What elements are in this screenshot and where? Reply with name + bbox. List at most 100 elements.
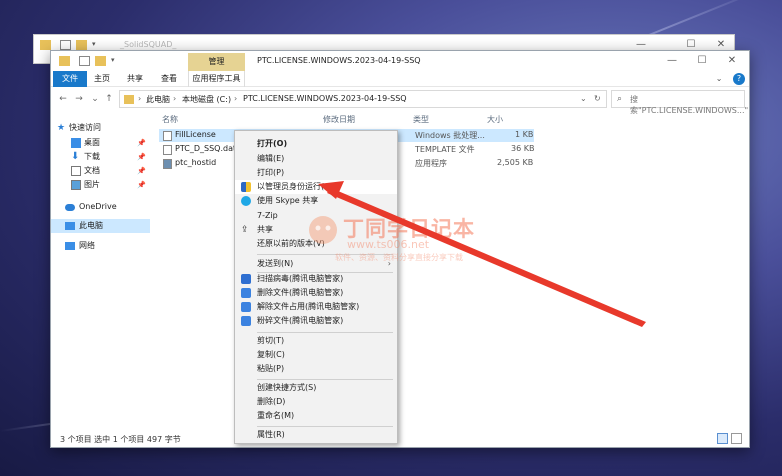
file-type: TEMPLATE 文件 [415, 145, 475, 154]
column-header-name[interactable]: 名称 [162, 114, 178, 125]
new-folder-icon[interactable] [95, 56, 106, 66]
file-type: 应用程序 [415, 159, 447, 168]
delete-icon [241, 288, 251, 298]
tab-home[interactable]: 主页 [94, 71, 110, 87]
menu-item-skype-share[interactable]: 使用 Skype 共享 [235, 194, 397, 208]
dropdown-icon[interactable]: ▾ [111, 56, 117, 66]
computer-icon [65, 222, 75, 230]
context-menu: 打开(O) 编辑(E) 打印(P) 以管理员身份运行(A) 使用 Skype 共… [234, 130, 398, 444]
pin-icon[interactable]: 📌 [137, 150, 146, 164]
column-header-size[interactable]: 大小 [487, 114, 503, 125]
manage-tab-group[interactable]: 管理 [188, 53, 245, 71]
star-icon: ★ [57, 123, 66, 133]
address-row: ← → ⌄ ↑ › 此电脑 › 本地磁盘 (C:) › PTC.LICENSE.… [51, 88, 749, 115]
menu-item-run-as-admin[interactable]: 以管理员身份运行(A) [235, 180, 397, 194]
pin-icon[interactable]: 📌 [137, 136, 146, 150]
menu-separator [257, 426, 393, 427]
watermark-subtitle: 软件、资源、资料分享直接分享下载 [335, 253, 463, 262]
search-box[interactable]: ⌕ 搜索"PTC.LICENSE.WINDOWS..." [611, 90, 748, 115]
menu-item-properties[interactable]: 属性(R) [235, 428, 397, 442]
title-bar[interactable]: ▾ 管理 PTC.LICENSE.WINDOWS.2023-04-19-SSQ … [51, 51, 749, 71]
menu-item-print[interactable]: 打印(P) [235, 166, 397, 180]
background-window-title: _SolidSQUAD_ [120, 40, 177, 49]
recent-locations-button[interactable]: ⌄ [89, 92, 101, 106]
skype-icon [241, 196, 251, 206]
menu-item-unlock-file[interactable]: 解除文件占用(腾讯电脑管家) [235, 300, 397, 314]
nav-item-documents[interactable]: 文档 📌 [51, 164, 150, 178]
nav-item-this-pc[interactable]: 此电脑 [51, 219, 150, 233]
menu-item-cut[interactable]: 剪切(T) [235, 334, 397, 348]
pin-icon[interactable]: 📌 [137, 178, 146, 192]
breadcrumb-this-pc[interactable]: 此电脑 [146, 94, 170, 105]
new-folder-icon[interactable] [76, 40, 87, 50]
ribbon-collapse-button[interactable]: ⌄ [716, 74, 723, 83]
network-icon [65, 242, 75, 250]
tab-view[interactable]: 查看 [161, 71, 177, 87]
dropdown-icon[interactable]: ▾ [92, 40, 98, 50]
menu-item-open[interactable]: 打开(O) [235, 137, 397, 151]
status-text: 3 个项目 选中 1 个项目 497 字节 [60, 435, 181, 444]
file-size: 2,505 KB [497, 158, 534, 167]
menu-separator [257, 332, 393, 333]
download-icon: ⬇ [71, 151, 80, 162]
navigation-pane: ★ 快速访问 桌面 📌 ⬇ 下载 📌 文档 📌 图片 📌 OneDrive 此电… [51, 111, 150, 431]
menu-item-edit[interactable]: 编辑(E) [235, 152, 397, 166]
file-name: FillLicense [175, 130, 216, 139]
column-headers: 名称 修改日期 类型 大小 [154, 111, 744, 127]
file-icon [163, 145, 172, 155]
menu-item-rename[interactable]: 重命名(M) [235, 409, 397, 423]
tab-share[interactable]: 共享 [127, 71, 143, 87]
window-title: PTC.LICENSE.WINDOWS.2023-04-19-SSQ [257, 56, 421, 65]
refresh-icon[interactable]: ↻ [594, 94, 601, 103]
unlock-icon [241, 302, 251, 312]
shield-icon [241, 182, 251, 192]
file-type: Windows 批处理... [415, 131, 485, 140]
menu-item-paste[interactable]: 粘贴(P) [235, 362, 397, 376]
menu-item-shred-file[interactable]: 粉碎文件(腾讯电脑管家) [235, 314, 397, 328]
menu-item-create-shortcut[interactable]: 创建快捷方式(S) [235, 381, 397, 395]
details-view-icon[interactable] [717, 433, 728, 444]
back-button[interactable]: ← [57, 92, 69, 106]
cloud-icon [65, 204, 75, 211]
tab-app-tools[interactable]: 应用程序工具 [188, 71, 245, 87]
view-toggles [717, 433, 743, 444]
menu-item-delete[interactable]: 删除(D) [235, 395, 397, 409]
file-size: 36 KB [511, 144, 535, 153]
up-button[interactable]: ↑ [103, 92, 115, 106]
forward-button[interactable]: → [73, 92, 85, 106]
properties-icon[interactable] [60, 40, 71, 50]
address-bar[interactable]: › 此电脑 › 本地磁盘 (C:) › PTC.LICENSE.WINDOWS.… [119, 90, 607, 108]
breadcrumb-separator: › [173, 94, 177, 103]
watermark: 丁同学日记本 www.ts006.net 软件、资源、资料分享直接分享下载 [305, 212, 480, 272]
large-icons-view-icon[interactable] [731, 433, 742, 444]
nav-item-downloads[interactable]: ⬇ 下载 📌 [51, 150, 150, 164]
properties-icon[interactable] [79, 56, 90, 66]
picture-icon [71, 180, 81, 190]
search-icon: ⌕ [617, 94, 623, 104]
nav-item-network[interactable]: 网络 [51, 239, 150, 253]
breadcrumb-local-disk[interactable]: 本地磁盘 (C:) [182, 94, 231, 105]
nav-item-desktop[interactable]: 桌面 📌 [51, 136, 150, 150]
file-name: ptc_hostid [175, 158, 217, 167]
minimize-button[interactable]: — [661, 54, 683, 68]
address-dropdown-icon[interactable]: ⌄ [580, 94, 587, 103]
nav-item-onedrive[interactable]: OneDrive [51, 200, 150, 214]
breadcrumb-separator: › [138, 94, 142, 103]
shred-icon [241, 316, 251, 326]
maximize-button[interactable]: ☐ [691, 54, 713, 68]
breadcrumb-folder[interactable]: PTC.LICENSE.WINDOWS.2023-04-19-SSQ [243, 94, 407, 103]
pin-icon[interactable]: 📌 [137, 164, 146, 178]
folder-icon [40, 40, 51, 50]
breadcrumb-separator: › [234, 94, 238, 103]
close-button[interactable]: ✕ [721, 54, 743, 68]
tab-file[interactable]: 文件 [53, 71, 87, 87]
column-header-date[interactable]: 修改日期 [323, 114, 355, 125]
menu-item-scan-virus[interactable]: 扫描病毒(腾讯电脑管家) [235, 272, 397, 286]
nav-item-pictures[interactable]: 图片 📌 [51, 178, 150, 192]
column-header-type[interactable]: 类型 [413, 114, 429, 125]
nav-item-quick-access[interactable]: ★ 快速访问 [51, 121, 150, 135]
folder-icon [124, 95, 134, 104]
menu-item-delete-file-tencent[interactable]: 删除文件(腾讯电脑管家) [235, 286, 397, 300]
help-button[interactable]: ? [733, 73, 745, 85]
menu-item-copy[interactable]: 复制(C) [235, 348, 397, 362]
